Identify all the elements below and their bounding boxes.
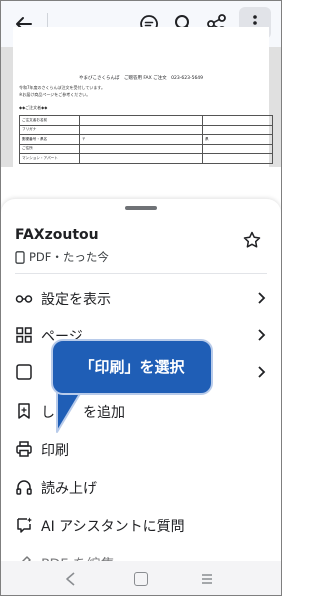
nav-recent-icon[interactable] <box>200 572 214 586</box>
menu-item-print[interactable]: 印刷 <box>1 431 281 467</box>
phone-icon <box>15 250 25 264</box>
pdf-page: やまびこさくらんぼ ご贈答用 FAX ご注文 023-623-5649 令和7年… <box>13 27 273 167</box>
pdf-line: ※お届け商品ページをご参考ください。 <box>19 92 91 97</box>
headphones-icon <box>16 480 32 495</box>
nav-back-icon[interactable] <box>63 571 79 587</box>
menu-item-read-aloud[interactable]: 読み上げ <box>1 469 281 505</box>
layout-icon <box>16 364 32 380</box>
table-row: ご住所 <box>19 143 273 154</box>
document-meta: PDF・たった今 <box>15 249 109 265</box>
menu-item-label: 読み上げ <box>41 481 97 497</box>
table-row: フリガナ <box>19 124 273 135</box>
menu-item-ai-assistant[interactable]: AI アシスタントに質問 <box>1 507 281 543</box>
menu-item-add-bookmark[interactable]: し を追加 <box>1 393 281 429</box>
callout-tail <box>56 392 82 433</box>
ai-chat-icon <box>17 517 32 533</box>
menu-item-view-settings[interactable]: 設定を表示 <box>1 280 281 316</box>
callout-bubble: 「印刷」を選択 <box>51 339 213 395</box>
glasses-icon <box>15 295 33 303</box>
pdf-line: ◆◆ご注文者◆◆ <box>19 105 48 110</box>
pdf-title: やまびこさくらんぼ ご贈答用 FAX ご注文 023-623-5649 <box>78 76 204 81</box>
callout-text: 「印刷」を選択 <box>79 358 185 376</box>
document-name: FAXzoutou <box>15 227 99 243</box>
divider <box>15 273 267 274</box>
pdf-line: 令和7年度のさくらんぼ注文を受付しています。 <box>19 85 106 90</box>
nav-home-icon[interactable] <box>134 572 148 586</box>
menu-item-label: AI アシスタントに質問 <box>41 519 185 535</box>
table-row: マンション・アパート <box>19 153 273 164</box>
chevron-right-icon <box>258 366 266 378</box>
bookmark-plus-icon <box>18 403 30 419</box>
chevron-right-icon <box>258 292 266 304</box>
table-row: ご注文者お名前 <box>19 115 273 126</box>
menu-item-label: 設定を表示 <box>41 292 111 308</box>
document-meta-text: PDF・たった今 <box>29 250 109 264</box>
table-row: 郵便番号・県名〒県 <box>19 134 273 145</box>
grid-icon <box>16 327 32 343</box>
menu-item-label: 印刷 <box>41 443 69 459</box>
sheet-drag-handle[interactable] <box>125 206 157 210</box>
pdf-order-table: ご注文者お名前 フリガナ 郵便番号・県名〒県 ご住所 マンション・アパート <box>19 115 273 164</box>
chevron-right-icon <box>258 329 266 341</box>
printer-icon <box>16 441 32 457</box>
bottom-sheet: FAXzoutou PDF・たった今 設定を表示 ページ し を追加 印刷 読み… <box>1 199 281 595</box>
system-nav-bar <box>1 561 281 595</box>
star-outline-icon[interactable] <box>242 230 262 250</box>
app-frame: やまびこさくらんぼ ご贈答用 FAX ご注文 023-623-5649 令和7年… <box>0 0 282 596</box>
